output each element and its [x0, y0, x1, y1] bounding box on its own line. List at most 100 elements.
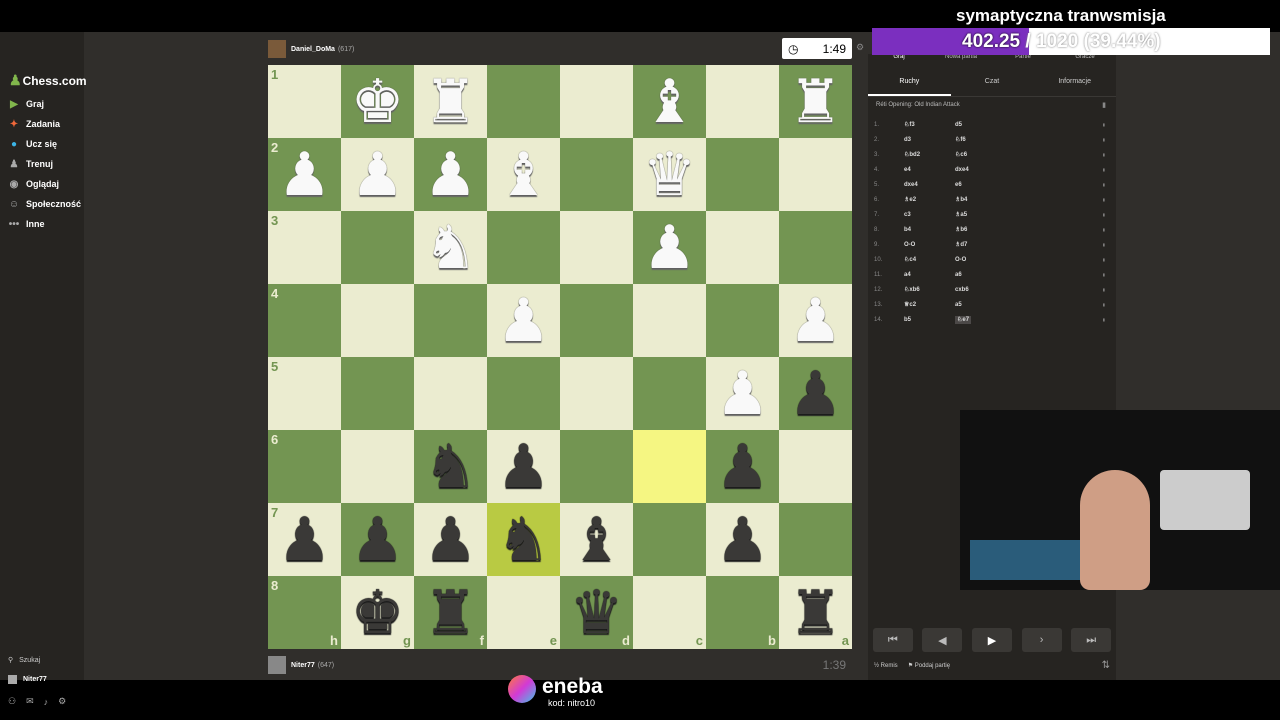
board-square[interactable]: 4 [268, 284, 341, 357]
top-tab[interactable]: Graj [868, 54, 930, 68]
opening-name[interactable]: Réti Opening: Old Indian Attack [876, 102, 960, 108]
board-square[interactable]: ♜ [414, 65, 487, 138]
black-rook-icon[interactable]: ♜ [424, 583, 478, 643]
white-pawn-icon[interactable]: ♟ [716, 364, 770, 424]
board-square[interactable]: 8h [268, 576, 341, 649]
black-move[interactable]: a6 [955, 272, 962, 278]
sidebar-item-2[interactable]: ✦ Zadania [8, 116, 60, 132]
white-move[interactable]: ♘f3 [904, 121, 955, 128]
board-square[interactable] [341, 284, 414, 357]
white-pawn-icon[interactable]: ♟ [497, 291, 551, 351]
board-square[interactable]: ♟ [341, 138, 414, 211]
black-pawn-icon[interactable]: ♟ [716, 510, 770, 570]
board-square[interactable]: 1 [268, 65, 341, 138]
bottom-player-name[interactable]: Niter77 [291, 662, 315, 669]
black-queen-icon[interactable]: ♛ [570, 583, 624, 643]
board-square[interactable] [487, 357, 560, 430]
board-square[interactable]: ♟ [706, 503, 779, 576]
black-king-icon[interactable]: ♚ [351, 583, 405, 643]
board-square[interactable] [633, 357, 706, 430]
board-square[interactable] [487, 211, 560, 284]
board-square[interactable]: ♟ [633, 211, 706, 284]
board-square[interactable] [706, 65, 779, 138]
board-square[interactable]: e [487, 576, 560, 649]
black-move[interactable]: O-O [955, 257, 966, 263]
black-pawn-icon[interactable]: ♟ [789, 364, 843, 424]
flip-board-icon[interactable]: ⇅ [1102, 660, 1110, 671]
sidebar-item-4[interactable]: ♟ Trenuj [8, 156, 54, 172]
white-pawn-icon[interactable]: ♟ [789, 291, 843, 351]
white-move[interactable]: ♘xb6 [904, 286, 955, 293]
white-move[interactable]: c3 [904, 212, 955, 218]
white-bishop-icon[interactable]: ♝ [643, 72, 697, 132]
board-square[interactable] [706, 211, 779, 284]
tab-2[interactable]: Czat [951, 74, 1034, 96]
search-link[interactable]: ⚲ Szukaj [8, 656, 40, 665]
board-square[interactable] [560, 430, 633, 503]
tab-1[interactable]: Ruchy [868, 74, 951, 96]
board-square[interactable]: 2 ♟ [268, 138, 341, 211]
messages-icon[interactable]: ✉ [26, 696, 34, 707]
board-square[interactable] [560, 211, 633, 284]
board-square[interactable] [779, 211, 852, 284]
board-square[interactable] [779, 503, 852, 576]
board-square[interactable]: 6 [268, 430, 341, 503]
board-square[interactable] [560, 357, 633, 430]
white-move[interactable]: a4 [904, 272, 955, 278]
black-move[interactable]: ♘e7 [955, 316, 972, 324]
board-square[interactable]: b [706, 576, 779, 649]
white-move[interactable]: b5 [904, 317, 955, 323]
black-move[interactable]: ♗d7 [955, 242, 967, 248]
white-move[interactable]: d3 [904, 137, 955, 143]
play-button[interactable]: ▶ [971, 628, 1012, 652]
resign-button[interactable]: ⚑ Poddaj partię [908, 662, 950, 669]
board-square[interactable]: ♟ [779, 357, 852, 430]
board-square[interactable] [341, 211, 414, 284]
board-square[interactable] [779, 138, 852, 211]
black-pawn-icon[interactable]: ♟ [351, 510, 405, 570]
board-square[interactable] [560, 284, 633, 357]
white-pawn-icon[interactable]: ♟ [424, 145, 478, 205]
board-settings-gear-icon[interactable]: ⚙ [856, 42, 864, 53]
top-tab[interactable]: Gracze [1054, 54, 1116, 68]
board-square[interactable]: ♝ [633, 65, 706, 138]
board-square[interactable]: ♟ [414, 503, 487, 576]
white-move[interactable]: ♗e2 [904, 196, 955, 203]
black-move[interactable]: ♗b4 [955, 197, 967, 203]
white-move[interactable]: b4 [904, 227, 955, 233]
user-link[interactable]: Niter77 [8, 675, 47, 684]
white-rook-icon[interactable]: ♜ [424, 72, 478, 132]
board-square[interactable]: ♜ [779, 65, 852, 138]
white-move[interactable]: e4 [904, 167, 955, 173]
top-tab[interactable]: Partie [992, 54, 1054, 68]
bottom-player-avatar[interactable] [268, 656, 286, 674]
white-move[interactable]: ♘bd2 [904, 151, 955, 158]
friends-icon[interactable]: ⚇ [8, 696, 16, 707]
board-square[interactable]: ♟ [414, 138, 487, 211]
sidebar-item-7[interactable]: ••• Inne [8, 216, 45, 232]
black-move[interactable]: a5 [955, 302, 962, 308]
board-square[interactable]: ♟ [706, 430, 779, 503]
board-square[interactable] [341, 357, 414, 430]
board-square[interactable]: ♞ [487, 503, 560, 576]
white-pawn-icon[interactable]: ♟ [643, 218, 697, 278]
top-player-name[interactable]: Daniel_DoMa [291, 46, 335, 53]
white-king-icon[interactable]: ♚ [351, 72, 405, 132]
tab-3[interactable]: Informacje [1033, 74, 1116, 96]
board-square[interactable]: ♟ [341, 503, 414, 576]
black-move[interactable]: ♗b6 [955, 227, 967, 233]
white-queen-icon[interactable]: ♛ [643, 145, 697, 205]
sidebar-item-5[interactable]: ◉ Oglądaj [8, 176, 59, 192]
board-square[interactable]: ♟ [487, 430, 560, 503]
sidebar-item-3[interactable]: ● Ucz się [8, 136, 57, 152]
settings-gear-icon[interactable]: ⚙ [58, 696, 66, 707]
top-tab[interactable]: Nowa partia [930, 54, 992, 68]
board-square[interactable]: 7 ♟ [268, 503, 341, 576]
black-move[interactable]: ♗a5 [955, 212, 967, 218]
board-square[interactable]: ♝ [487, 138, 560, 211]
board-square[interactable]: ♞ [414, 211, 487, 284]
black-pawn-icon[interactable]: ♟ [278, 510, 332, 570]
board-square[interactable] [414, 357, 487, 430]
board-square[interactable]: ♟ [779, 284, 852, 357]
black-move[interactable]: e6 [955, 182, 962, 188]
